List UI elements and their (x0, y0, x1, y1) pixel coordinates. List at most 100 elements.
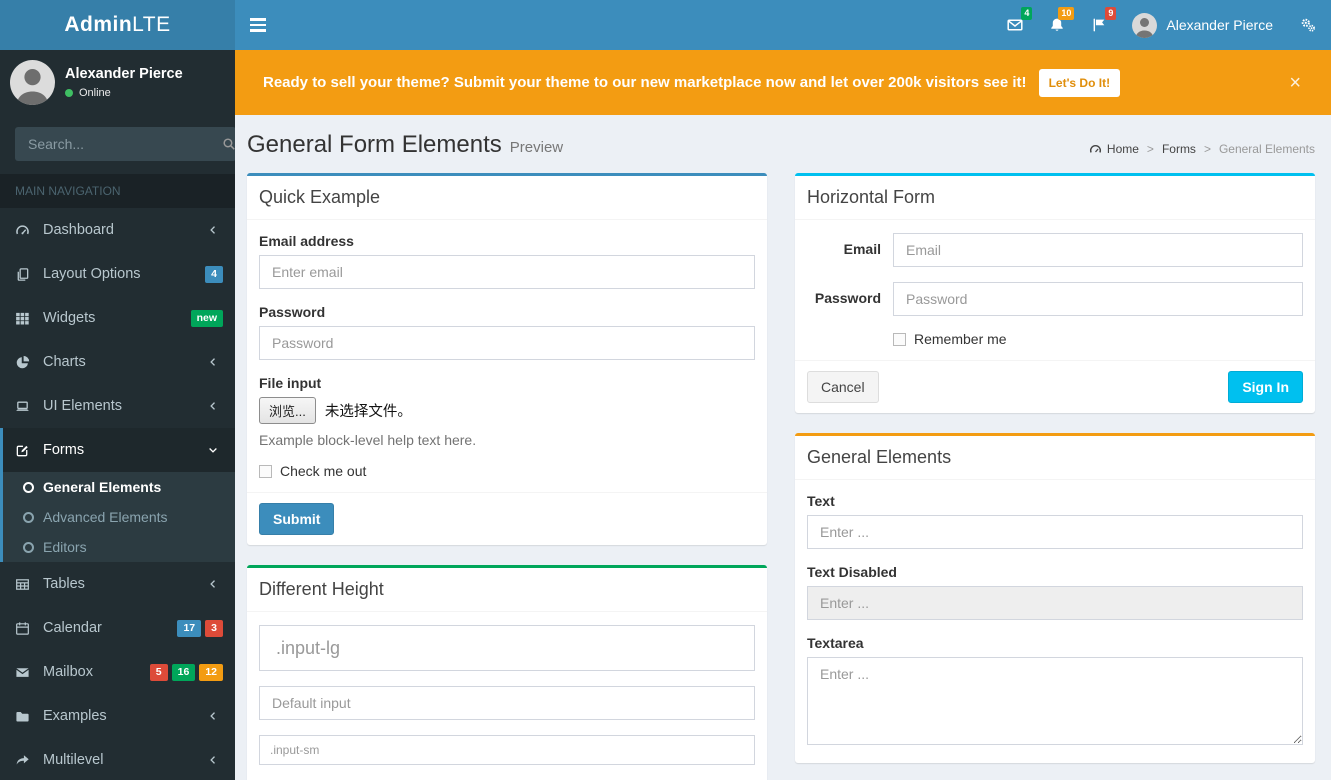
chevron-down-icon (207, 444, 221, 456)
sidebar-user-panel: Alexander Pierce Online (0, 50, 235, 115)
sidebar-item-layout-options[interactable]: Layout Options 4 (0, 252, 235, 296)
sidebar-search-form (15, 127, 235, 161)
calendar-badge-2: 3 (205, 619, 223, 637)
text-field[interactable] (807, 515, 1303, 549)
control-sidebar-toggle[interactable] (1285, 0, 1331, 50)
sidebar-item-tables[interactable]: Tables (0, 562, 235, 606)
general-elements-body: Text Text Disabled Textarea (795, 480, 1315, 763)
sidebar-toggle-button[interactable] (235, 0, 281, 50)
box-title: Horizontal Form (807, 187, 936, 207)
home-dashboard-icon (1089, 143, 1102, 156)
box-title: Quick Example (259, 187, 381, 207)
user-avatar (1132, 12, 1158, 38)
banner-text: Ready to sell your theme? Submit your th… (263, 74, 1027, 91)
chevron-left-icon (207, 710, 221, 722)
mailbox-badge-1: 5 (149, 663, 168, 681)
submit-button[interactable]: Submit (259, 503, 335, 535)
content-wrapper: Ready to sell your theme? Submit your th… (235, 50, 1331, 780)
different-height-box: Different Height (247, 565, 767, 780)
email-field[interactable] (259, 255, 755, 289)
chevron-left-icon (207, 224, 221, 236)
breadcrumb-home[interactable]: Home (1089, 142, 1139, 156)
submenu-item-general-elements[interactable]: General Elements (3, 472, 235, 502)
cancel-button[interactable]: Cancel (807, 371, 879, 403)
sidebar-item-ui-elements[interactable]: UI Elements (0, 384, 235, 428)
sidebar-item-widgets[interactable]: Widgets new (0, 296, 235, 340)
calendar-icon (15, 621, 35, 636)
input-sm-field[interactable] (259, 735, 755, 765)
gears-icon (1300, 17, 1316, 33)
banner-cta-button[interactable]: Let's Do It! (1038, 68, 1121, 97)
logo-light: LTE (132, 13, 171, 36)
box-title: Different Height (259, 579, 384, 599)
breadcrumb-separator: > (1203, 142, 1211, 156)
sidebar-item-multilevel[interactable]: Multilevel (0, 738, 235, 780)
sidebar-menu: Dashboard Layout Options 4 Widgets new C… (0, 208, 235, 472)
file-input: 浏览... 未选择文件。 (259, 397, 755, 424)
sidebar-item-examples[interactable]: Examples (0, 694, 235, 738)
status-label: Online (79, 87, 111, 99)
page-subtitle: Preview (509, 139, 564, 156)
text-label: Text (807, 493, 835, 509)
chevron-left-icon (207, 356, 221, 368)
hf-email-field[interactable] (893, 233, 1303, 267)
quick-example-box: Quick Example Email address Password Fil… (247, 173, 767, 545)
edit-icon (15, 443, 35, 458)
notifications-badge: 10 (1058, 7, 1075, 20)
hf-password-field[interactable] (893, 282, 1303, 316)
content-header: General Form Elements Preview Home > Form… (235, 115, 1331, 165)
calendar-badge-1: 17 (177, 619, 202, 637)
circle-o-icon (23, 541, 34, 553)
remember-me-checkbox[interactable]: Remember me (893, 331, 1303, 347)
checkbox-icon[interactable] (893, 332, 906, 346)
table-icon (15, 577, 35, 592)
box-title: General Elements (807, 447, 952, 467)
different-height-header: Different Height (247, 568, 767, 612)
grid-icon (15, 311, 35, 326)
checkbox-icon[interactable] (259, 464, 272, 478)
user-name: Alexander Pierce (1166, 17, 1273, 33)
top-navbar: 4 10 9 Alexander Pierce (235, 0, 1331, 50)
password-field[interactable] (259, 326, 755, 360)
breadcrumb: Home > Forms > General Elements (1089, 142, 1315, 159)
notifications-menu[interactable]: 10 (1036, 0, 1078, 50)
marketplace-banner: Ready to sell your theme? Submit your th… (235, 50, 1331, 115)
horizontal-form-box: Horizontal Form Email Password (795, 173, 1315, 413)
text-disabled-label: Text Disabled (807, 564, 897, 580)
submenu-item-editors[interactable]: Editors (3, 532, 235, 562)
breadcrumb-separator: > (1146, 142, 1154, 156)
search-input[interactable] (15, 127, 222, 161)
input-lg-field[interactable] (259, 625, 755, 671)
sign-in-button[interactable]: Sign In (1228, 371, 1303, 403)
files-icon (15, 267, 35, 282)
submenu-item-advanced-elements[interactable]: Advanced Elements (3, 502, 235, 532)
password-label: Password (259, 304, 326, 320)
search-button[interactable] (222, 127, 235, 161)
check-me-out-checkbox[interactable]: Check me out (259, 463, 755, 479)
banner-close-icon[interactable]: × (1289, 73, 1301, 93)
app-logo[interactable]: AdminLTE (0, 0, 235, 50)
breadcrumb-forms[interactable]: Forms (1162, 142, 1196, 156)
horizontal-form-footer: Cancel Sign In (795, 360, 1315, 413)
left-column: Quick Example Email address Password Fil… (247, 173, 767, 780)
user-menu[interactable]: Alexander Pierce (1120, 0, 1285, 50)
text-disabled-field (807, 586, 1303, 620)
sidebar-nav-header: MAIN NAVIGATION (0, 174, 235, 208)
file-input-label: File input (259, 375, 322, 391)
navbar-right-menu: 4 10 9 Alexander Pierce (994, 0, 1331, 50)
input-default-field[interactable] (259, 686, 755, 720)
sidebar-item-forms[interactable]: Forms (0, 428, 235, 472)
user-status[interactable]: Online (65, 87, 183, 99)
file-status-text: 未选择文件。 (324, 404, 412, 420)
circle-o-icon (23, 511, 34, 523)
messages-menu[interactable]: 4 (994, 0, 1036, 50)
sidebar-item-dashboard[interactable]: Dashboard (0, 208, 235, 252)
tasks-menu[interactable]: 9 (1078, 0, 1120, 50)
logo-bold: Admin (64, 13, 133, 36)
textarea-field[interactable] (807, 657, 1303, 745)
sidebar-item-mailbox[interactable]: Mailbox 5 16 12 (0, 650, 235, 694)
horizontal-form-body: Email Password Remember me (795, 220, 1315, 360)
sidebar-item-calendar[interactable]: Calendar 17 3 (0, 606, 235, 650)
sidebar-item-charts[interactable]: Charts (0, 340, 235, 384)
browse-button[interactable]: 浏览... (259, 397, 316, 424)
